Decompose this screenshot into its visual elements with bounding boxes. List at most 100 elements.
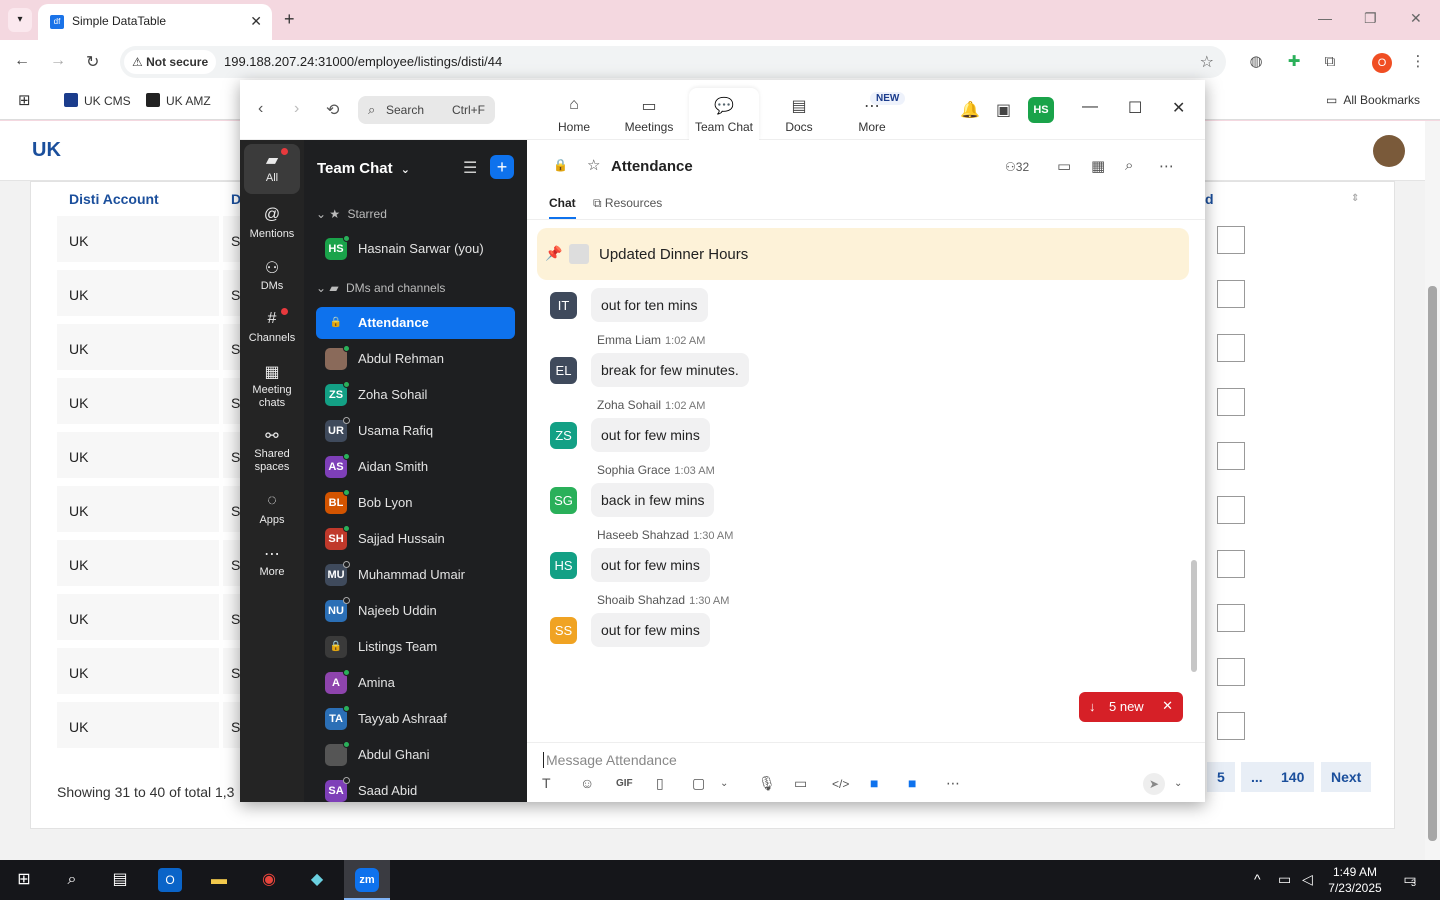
search-icon[interactable]: ⌕ (60, 868, 84, 892)
next-page-button[interactable]: Next (1321, 762, 1372, 792)
page-scroll-thumb[interactable] (1428, 286, 1437, 841)
sidebar-item[interactable]: NU Najeeb Uddin (316, 595, 515, 627)
sidebar-item[interactable]: SH Sajjad Hussain (316, 523, 515, 555)
video-message-icon[interactable]: ▭ (794, 775, 807, 792)
rail-mentions[interactable]: @ Mentions (244, 200, 300, 250)
taskbar-zoom[interactable]: zm (344, 860, 390, 900)
screenshot-icon[interactable]: ▢ (692, 775, 705, 792)
row-checkbox[interactable] (1217, 442, 1245, 470)
maximize-icon[interactable]: ☐ (1128, 98, 1142, 118)
sidebar-item[interactable]: Abdul Rehman (316, 343, 515, 375)
section-starred[interactable]: ⌄ ★ Starred (316, 207, 387, 221)
tab-team-chat[interactable]: 💬 Team Chat (689, 88, 759, 140)
message-bubble[interactable]: break for few minutes. (591, 353, 749, 387)
all-bookmarks-button[interactable]: ▭ All Bookmarks (1326, 93, 1420, 107)
row-checkbox[interactable] (1217, 604, 1245, 632)
apps-grid-icon[interactable]: ⊞ (18, 91, 31, 109)
page-140-button[interactable]: 140 (1271, 762, 1315, 792)
message-bubble[interactable]: back in few mins (591, 483, 715, 517)
rail-all[interactable]: ▰ All (244, 144, 300, 194)
back-icon[interactable]: ← (14, 52, 30, 70)
task-view-icon[interactable]: ▤ (108, 868, 132, 892)
bookmark-uk-amz[interactable]: UK AMZ (146, 93, 211, 108)
sender-name[interactable]: Emma Liam (597, 333, 661, 347)
bookmark-star-icon[interactable]: ☆ (1200, 52, 1214, 72)
message-bubble[interactable]: out for few mins (591, 613, 710, 647)
close-window-icon[interactable]: ✕ (1410, 10, 1422, 27)
tray-chevron-icon[interactable]: ^ (1254, 871, 1261, 887)
rail-shared-spaces[interactable]: ⚯ Shared spaces (244, 420, 300, 478)
message-bubble[interactable]: out for few mins (591, 418, 710, 452)
microphone-icon[interactable]: 🎙 (758, 775, 776, 792)
sidebar-item[interactable]: 🔒 Listings Team (316, 631, 515, 663)
row-checkbox[interactable] (1217, 280, 1245, 308)
row-checkbox[interactable] (1217, 334, 1245, 362)
sidebar-title[interactable]: Team Chat ⌄ (317, 160, 410, 177)
app-diamond-icon[interactable]: ◆ (305, 868, 329, 892)
member-count[interactable]: ⚇32 (1005, 160, 1029, 174)
close-icon[interactable]: ✕ (1172, 98, 1185, 118)
code-icon[interactable]: </> (832, 777, 849, 791)
pinned-message[interactable]: 📌 Updated Dinner Hours (537, 228, 1189, 280)
security-chip[interactable]: ⚠ Not secure (124, 50, 217, 74)
star-outline-icon[interactable]: ☆ (587, 156, 600, 174)
dismiss-icon[interactable]: ✕ (1162, 698, 1173, 714)
windows-start-icon[interactable]: ⊞ (12, 868, 36, 892)
plus-extension-icon[interactable]: ✚ (1284, 52, 1304, 72)
column-header-disti-account[interactable]: Disti Account ▲ (69, 182, 219, 241)
sidebar-item[interactable]: HS Hasnain Sarwar (you) (316, 233, 515, 265)
emoji-icon[interactable]: ☺ (580, 775, 594, 791)
sidebar-item[interactable]: UR Usama Rafiq (316, 415, 515, 447)
sender-name[interactable]: Haseeb Shahzad (597, 528, 689, 542)
globe-extension-icon[interactable]: ◍ (1246, 52, 1266, 72)
channel-name[interactable]: Attendance (611, 158, 693, 175)
sidebar-item[interactable]: Abdul Ghani (316, 739, 515, 771)
sidebar-item[interactable]: SA Saad Abid (316, 775, 515, 802)
sender-avatar[interactable]: HS (550, 552, 577, 579)
sender-avatar[interactable]: SG (550, 487, 577, 514)
rail-channels[interactable]: # Channels (244, 304, 300, 354)
row-checkbox[interactable] (1217, 550, 1245, 578)
browser-tab[interactable]: df Simple DataTable ✕ (38, 4, 272, 40)
send-icon[interactable]: ➤ (1143, 773, 1165, 795)
page-5-button[interactable]: 5 (1207, 762, 1235, 792)
search-icon[interactable]: ⌕ (1125, 157, 1133, 174)
notifications-icon[interactable]: ▭ 3 (1398, 871, 1422, 888)
chevron-down-icon[interactable]: ⌄ (720, 778, 728, 789)
rail-dms[interactable]: ⚇ DMs (244, 252, 300, 302)
volume-icon[interactable]: ◁ (1302, 871, 1313, 888)
file-explorer-icon[interactable]: ▬ (207, 868, 231, 892)
message-input[interactable]: Message Attendance (543, 752, 677, 768)
whiteboard-icon[interactable]: ▣ (996, 100, 1011, 120)
sidebar-item[interactable]: A Amina (316, 667, 515, 699)
zoom-search-input[interactable]: ⌕ Search Ctrl+F (358, 96, 495, 124)
row-checkbox[interactable] (1217, 658, 1245, 686)
section-dms-channels[interactable]: ⌄ ▰ DMs and channels (316, 281, 445, 295)
forward-icon[interactable]: → (50, 52, 66, 70)
sender-avatar[interactable]: EL (550, 357, 577, 384)
zoom-app-icon[interactable]: ■ (870, 775, 878, 791)
gif-icon[interactable]: GIF (616, 778, 633, 789)
chat-scroll-thumb[interactable] (1191, 560, 1197, 672)
minimize-icon[interactable]: — (1318, 10, 1332, 26)
profile-avatar[interactable]: O (1372, 53, 1392, 73)
rail-more[interactable]: ⋯ More (244, 538, 300, 588)
filter-icon[interactable]: ☰ (463, 158, 477, 178)
chrome-icon[interactable]: ◉ (257, 868, 281, 892)
row-checkbox[interactable] (1217, 388, 1245, 416)
video-icon[interactable]: ▭ (1057, 157, 1071, 175)
tab-close-icon[interactable]: ✕ (250, 13, 262, 30)
sender-name[interactable]: Shoaib Shahzad (597, 593, 685, 607)
chevron-down-icon[interactable]: ⌄ (1174, 778, 1182, 789)
add-button[interactable]: + (490, 155, 514, 179)
rail-apps[interactable]: ◌ Apps (244, 486, 300, 536)
sidebar-item[interactable]: ZS Zoha Sohail (316, 379, 515, 411)
address-bar[interactable]: ⚠ Not secure 199.188.207.24:31000/employ… (120, 46, 1226, 78)
tab-chat[interactable]: Chat (549, 196, 576, 219)
clock[interactable]: 1:49 AM 7/23/2025 (1320, 864, 1390, 896)
site-logo[interactable]: UK (32, 139, 61, 162)
page-scrollbar[interactable] (1425, 121, 1440, 860)
sidebar-item[interactable]: AS Aidan Smith (316, 451, 515, 483)
sender-avatar[interactable]: ZS (550, 422, 577, 449)
sidebar-item[interactable]: 🔒 Attendance (316, 307, 515, 339)
